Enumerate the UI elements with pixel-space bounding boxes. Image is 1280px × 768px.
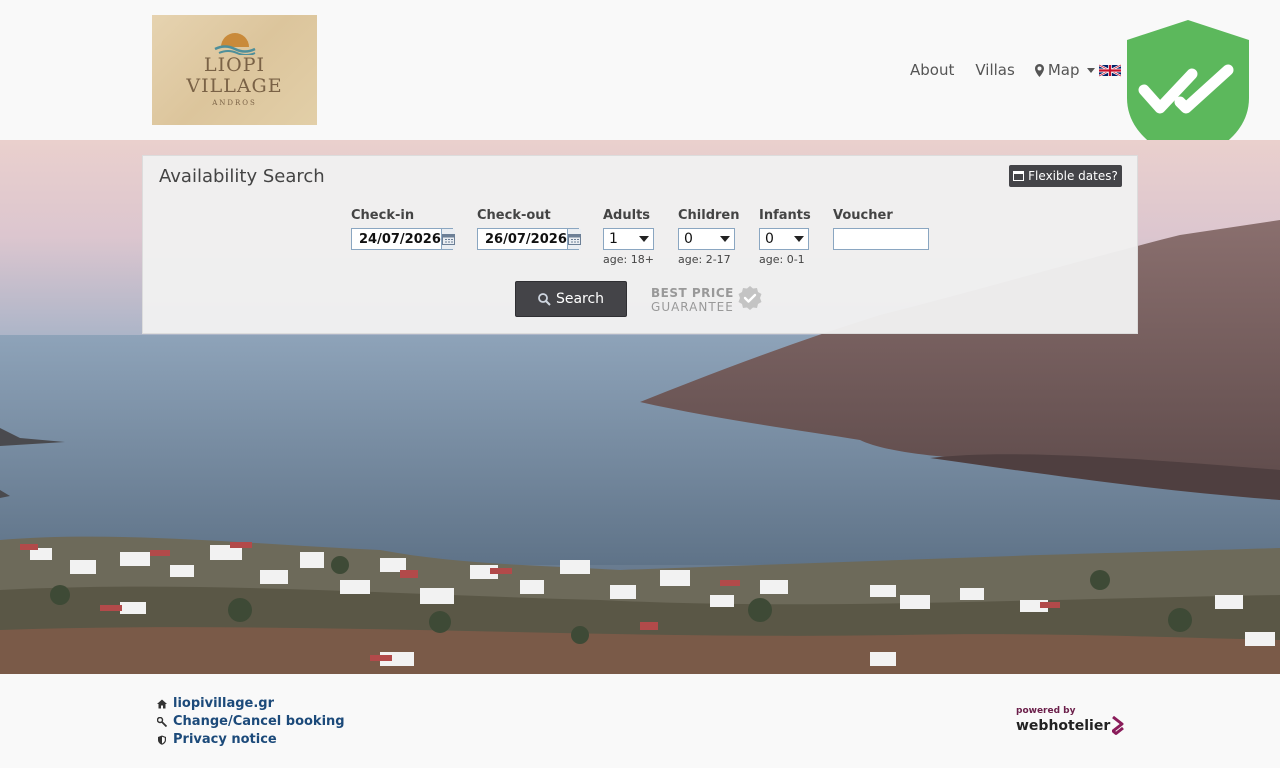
logo[interactable]: LIOPI VILLAGE ANDROS (152, 15, 317, 125)
best-price-guarantee: BEST PRICE GUARANTEE (651, 286, 734, 314)
voucher-label: Voucher (833, 208, 893, 223)
children-field: Children 0 age: 2-17 (678, 208, 740, 266)
checkout-value: 26/07/2026 (485, 231, 567, 247)
search-button-label: Search (555, 291, 605, 307)
badge-check-icon (738, 286, 762, 310)
flexible-dates-button[interactable]: Flexible dates? (1009, 165, 1122, 187)
chevron-down-icon (720, 236, 730, 242)
children-select[interactable]: 0 (678, 228, 735, 250)
nav-villas-link[interactable]: Villas (975, 61, 1014, 79)
logo-name-line1: LIOPI (204, 54, 265, 76)
shield-icon (158, 735, 166, 745)
language-dropdown-caret-icon[interactable] (1087, 67, 1096, 73)
adults-value: 1 (609, 231, 618, 247)
footer-link-privacy[interactable]: Privacy notice (157, 732, 277, 747)
footer-link-change-cancel[interactable]: Change/Cancel booking (157, 714, 345, 729)
checkout-calendar-icon[interactable] (566, 229, 581, 249)
header: LIOPI VILLAGE ANDROS About Villas Map (0, 0, 1280, 164)
best-price-line2: GUARANTEE (651, 300, 734, 314)
infants-label: Infants (759, 208, 811, 223)
checkin-value: 24/07/2026 (359, 231, 441, 247)
uk-flag-icon[interactable] (1099, 63, 1122, 78)
powered-by-label: powered by (1016, 706, 1076, 716)
footer-link-label: liopivillage.gr (173, 696, 274, 711)
checkout-field: Check-out 26/07/2026 (477, 208, 581, 250)
panel-title: Availability Search (159, 166, 325, 187)
nav-map-label: Map (1047, 61, 1080, 79)
magnifier-icon (538, 292, 551, 306)
footer: liopivillage.gr Change/Cancel booking Pr… (0, 674, 1280, 768)
footer-link-label: Change/Cancel booking (173, 714, 345, 729)
checkout-label: Check-out (477, 208, 551, 223)
checkin-calendar-icon[interactable] (440, 229, 455, 249)
children-value: 0 (684, 231, 693, 247)
webhotelier-logo: webhotelier (1016, 716, 1125, 736)
footer-link-label: Privacy notice (173, 732, 277, 747)
checkin-input[interactable]: 24/07/2026 (351, 228, 455, 250)
adults-field: Adults 1 age: 18+ (603, 208, 654, 266)
calendar-icon (1013, 171, 1025, 181)
nav-about-link[interactable]: About (910, 61, 954, 79)
search-button[interactable]: Search (515, 281, 627, 317)
checkin-field: Check-in 24/07/2026 (351, 208, 455, 250)
availability-search-panel: Availability Search Flexible dates? Chec… (142, 155, 1138, 334)
best-price-line1: BEST PRICE (651, 286, 734, 300)
home-icon (157, 699, 167, 708)
main-nav: About Villas Map (910, 60, 1122, 80)
adults-age-note: age: 18+ (603, 253, 654, 266)
footer-link-website[interactable]: liopivillage.gr (157, 696, 274, 711)
webhotelier-chevron-icon (1112, 716, 1125, 735)
checkout-input[interactable]: 26/07/2026 (477, 228, 581, 250)
logo-name-line2: VILLAGE (186, 75, 283, 97)
wrench-icon (157, 716, 167, 727)
logo-subtitle: ANDROS (212, 99, 257, 107)
flexible-dates-label: Flexible dates? (1028, 169, 1118, 183)
map-marker-icon (1034, 63, 1044, 77)
infants-field: Infants 0 age: 0-1 (759, 208, 811, 266)
voucher-field: Voucher (833, 208, 929, 250)
sunset-logo-icon (213, 33, 256, 55)
chevron-down-icon (794, 236, 804, 242)
adults-label: Adults (603, 208, 651, 223)
infants-select[interactable]: 0 (759, 228, 809, 250)
adults-select[interactable]: 1 (603, 228, 654, 250)
children-age-note: age: 2-17 (678, 253, 731, 266)
children-label: Children (678, 208, 740, 223)
infants-value: 0 (765, 231, 774, 247)
voucher-input[interactable] (833, 228, 929, 250)
nav-map-link[interactable]: Map (1034, 61, 1080, 79)
chevron-down-icon (639, 236, 649, 242)
webhotelier-label: webhotelier (1016, 718, 1111, 734)
infants-age-note: age: 0-1 (759, 253, 805, 266)
powered-by-webhotelier[interactable]: powered by webhotelier (1016, 706, 1125, 736)
checkin-label: Check-in (351, 208, 415, 223)
